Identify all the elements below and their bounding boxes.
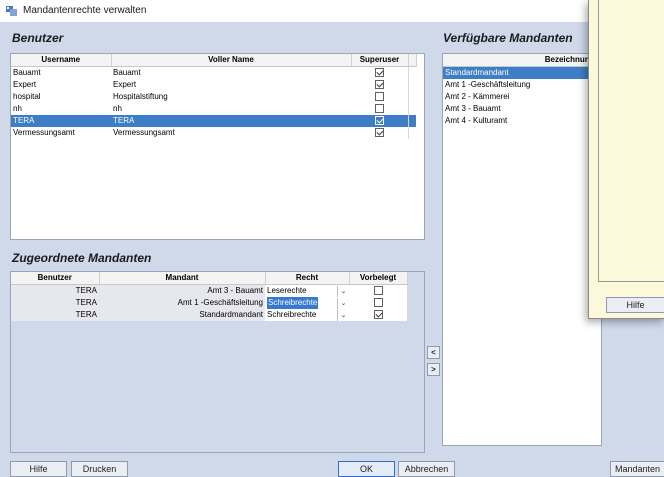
recht-combobox[interactable]: Schreibrechte ⌄ <box>265 297 349 309</box>
superuser-cell <box>351 103 408 115</box>
window-title: Mandantenrechte verwalten <box>23 5 147 16</box>
table-row[interactable]: Vermessungsamt Vermessungsamt <box>11 127 416 139</box>
superuser-cell <box>351 67 408 80</box>
superuser-cell <box>351 127 408 139</box>
list-item[interactable]: Amt 1 -Geschäftsleitung <box>443 79 601 91</box>
recht-value: Schreibrechte <box>267 297 319 309</box>
fullname-cell: Vermessungsamt <box>113 128 175 137</box>
column-header-benutzer[interactable]: Benutzer <box>11 272 100 285</box>
vorbelegt-checkbox[interactable] <box>373 310 383 320</box>
list-item[interactable]: Standardmandant <box>443 66 601 79</box>
recht-combobox[interactable]: Schreibrechte ⌄ <box>265 309 349 321</box>
abbrechen-button[interactable]: Abbrechen <box>398 461 455 477</box>
vorbelegt-cell <box>349 297 407 309</box>
table-row[interactable]: Bauamt Bauamt <box>11 66 416 80</box>
mandanten-button[interactable]: Mandanten <box>610 461 664 477</box>
mandant-label: Amt 1 -Geschäftsleitung <box>445 80 531 89</box>
table-row[interactable]: TERA TERA <box>11 115 416 127</box>
column-header-superuser[interactable]: Superuser <box>351 54 409 67</box>
superuser-checkbox[interactable] <box>374 116 384 126</box>
fullname-cell: Bauamt <box>113 68 141 77</box>
column-header-bezeichnung[interactable]: Bezeichnung <box>443 54 601 67</box>
benutzer-table: Username Voller Name Superuser Bauamt Bau… <box>10 53 425 240</box>
list-item[interactable]: Amt 3 - Bauamt <box>443 103 601 115</box>
recht-value: Leserechte <box>267 286 307 295</box>
mandant-label: Standardmandant <box>443 66 601 79</box>
superuser-checkbox[interactable] <box>374 68 384 78</box>
assign-right-button[interactable]: > <box>427 363 440 376</box>
overlay-hilfe-button[interactable]: Hilfe <box>606 297 664 313</box>
superuser-checkbox[interactable] <box>374 92 384 102</box>
username-cell: TERA <box>11 115 111 127</box>
username-cell: Bauamt <box>13 68 41 77</box>
verfuegbar-list: Bezeichnung Standardmandant Amt 1 -Geschä… <box>442 53 602 446</box>
superuser-checkbox[interactable] <box>374 104 384 114</box>
overlay-window-content <box>598 0 664 282</box>
vorbelegt-cell <box>349 309 407 321</box>
vorbelegt-cell <box>349 284 407 297</box>
fullname-cell: Hospitalstiftung <box>113 92 168 101</box>
column-header-recht[interactable]: Recht <box>265 272 350 285</box>
zugeordnet-section-title: Zugeordnete Mandanten <box>12 251 152 265</box>
verfuegbar-section-title: Verfügbare Mandanten <box>443 31 573 45</box>
column-header-mandant[interactable]: Mandant <box>99 272 266 285</box>
mandant-cell: Amt 1 -Geschäftsleitung <box>99 297 265 309</box>
table-row[interactable]: nh nh <box>11 103 416 115</box>
benutzer-section-title: Benutzer <box>12 31 64 45</box>
table-row[interactable]: TERA Standardmandant Schreibrechte ⌄ <box>11 309 407 321</box>
superuser-checkbox[interactable] <box>374 80 384 90</box>
assign-left-button[interactable]: < <box>427 346 440 359</box>
column-header-username[interactable]: Username <box>11 54 112 67</box>
username-cell: Vermessungsamt <box>13 128 75 137</box>
benutzer-cell: TERA <box>11 284 99 297</box>
table-row[interactable]: hospital Hospitalstiftung <box>11 91 416 103</box>
chevron-down-icon[interactable]: ⌄ <box>337 285 349 297</box>
superuser-cell <box>351 79 408 91</box>
table-row[interactable]: TERA Amt 3 - Bauamt Leserechte ⌄ <box>11 284 407 297</box>
list-item[interactable]: Amt 4 - Kulturamt <box>443 115 601 127</box>
superuser-checkbox[interactable] <box>374 128 384 138</box>
hilfe-button[interactable]: Hilfe <box>10 461 67 477</box>
username-cell: nh <box>13 104 22 113</box>
mandant-label: Amt 2 - Kämmerei <box>445 92 510 101</box>
table-row[interactable]: TERA Amt 1 -Geschäftsleitung Schreibrechte… <box>11 297 407 309</box>
chevron-down-icon[interactable]: ⌄ <box>337 309 349 321</box>
ok-button[interactable]: OK <box>338 461 395 477</box>
fullname-cell: Expert <box>113 80 137 89</box>
mandant-cell: Amt 3 - Bauamt <box>99 284 265 297</box>
superuser-cell <box>351 91 408 103</box>
vorbelegt-checkbox[interactable] <box>373 298 383 308</box>
list-item[interactable]: Amt 2 - Kämmerei <box>443 91 601 103</box>
username-cell: hospital <box>13 92 41 101</box>
column-header-voller-name[interactable]: Voller Name <box>111 54 352 67</box>
fullname-cell: TERA <box>111 115 351 127</box>
mandant-cell: Standardmandant <box>99 309 265 321</box>
column-header-vorbelegt[interactable]: Vorbelegt <box>349 272 408 285</box>
username-cell: Expert <box>13 80 37 89</box>
chevron-down-icon[interactable]: ⌄ <box>337 297 349 309</box>
zugeordnet-table: Benutzer Mandant Recht Vorbelegt TERA Amt… <box>10 271 425 453</box>
mandant-label: Amt 4 - Kulturamt <box>445 116 508 125</box>
window-app-icon <box>6 6 17 16</box>
fullname-cell: nh <box>113 104 122 113</box>
benutzer-cell: TERA <box>11 309 99 321</box>
recht-value: Schreibrechte <box>267 310 317 319</box>
mandant-label: Amt 3 - Bauamt <box>445 104 501 113</box>
superuser-cell <box>351 115 408 127</box>
vorbelegt-checkbox[interactable] <box>373 286 383 296</box>
recht-combobox[interactable]: Leserechte ⌄ <box>265 284 349 297</box>
benutzer-cell: TERA <box>11 297 99 309</box>
drucken-button[interactable]: Drucken <box>71 461 128 477</box>
table-row[interactable]: Expert Expert <box>11 79 416 91</box>
